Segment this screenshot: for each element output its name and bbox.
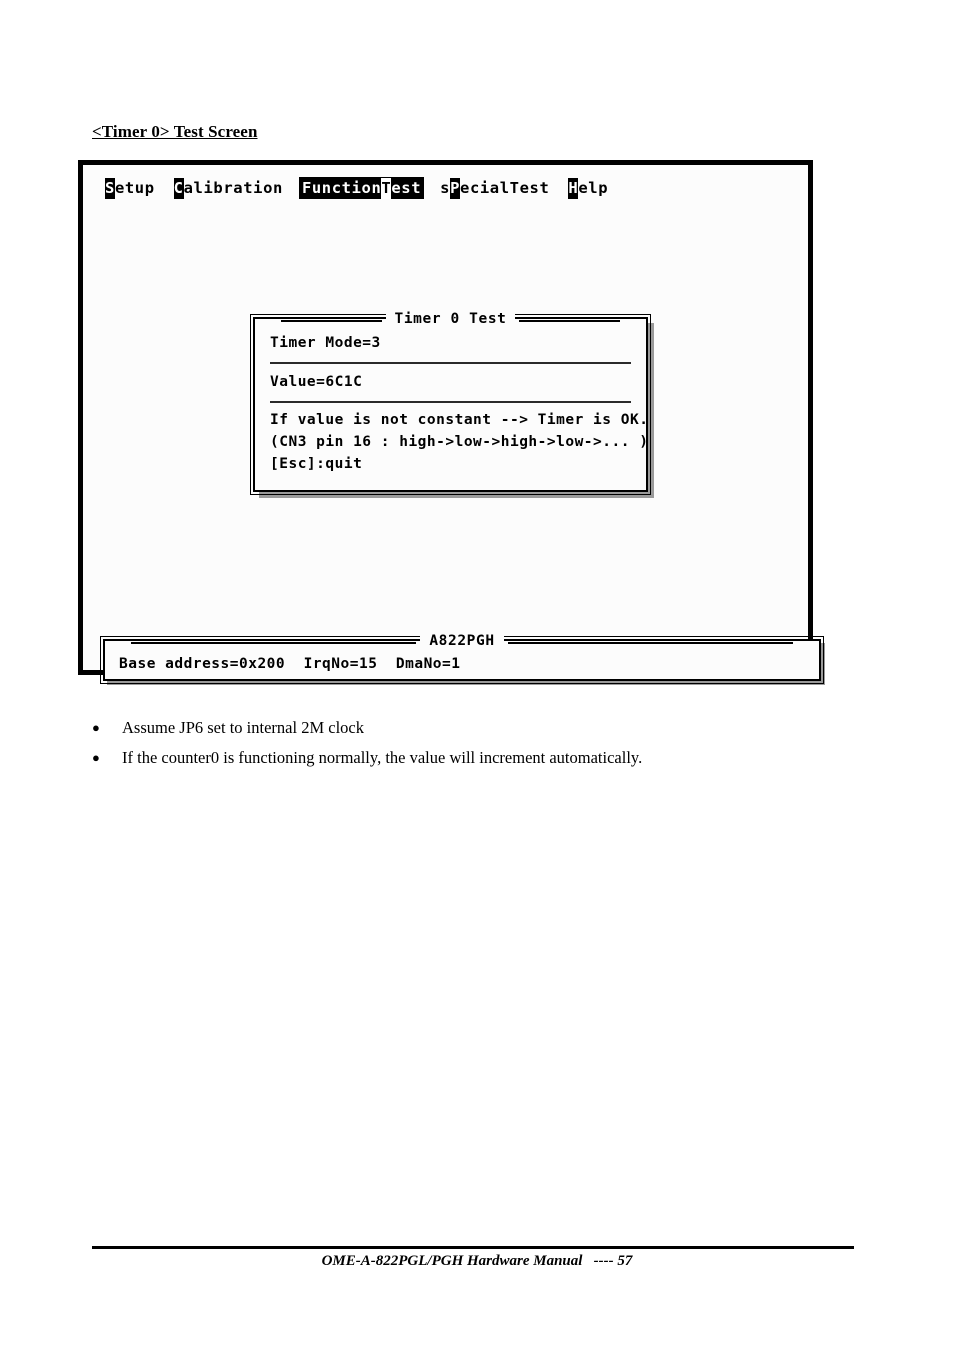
menu-hotkey-special-test: P [450, 178, 461, 199]
timer-mode-value: Timer Mode=3 [270, 335, 381, 351]
status-panel-title: A822PGH [420, 633, 504, 649]
menu-item-setup[interactable]: Setup [105, 178, 155, 199]
menu-label-help: elp [578, 179, 609, 197]
menu-label-function-test-pre: Function [301, 179, 382, 197]
status-panel-text: Base address=0x200 IrqNo=15 DmaNo=1 [119, 656, 461, 672]
menu-label-function-test-post: est [391, 179, 422, 197]
page-title: <Timer 0> Test Screen [92, 122, 258, 141]
menu-bar: Setup Calibration FunctionTest sPecialTe… [105, 177, 627, 199]
dialog-esc-quit-hint: [Esc]:quit [270, 456, 363, 472]
dialog-separator-1 [270, 362, 631, 364]
menu-label-special-test-pre: s [440, 179, 451, 197]
list-item: ● Assume JP6 set to internal 2M clock [92, 713, 852, 743]
status-titlebar-rule-left [131, 638, 417, 644]
dialog-separator-2 [270, 401, 631, 403]
menu-hotkey-calibration: C [173, 178, 184, 199]
dos-screen-frame: Setup Calibration FunctionTest sPecialTe… [78, 160, 825, 685]
menu-label-calibration: alibration [183, 179, 283, 197]
status-titlebar-rule-right [507, 638, 793, 644]
footer-manual-reference: OME-A-822PGL/PGH Hardware Manual ---- 57 [321, 1253, 633, 1269]
menu-label-setup: etup [114, 179, 155, 197]
dialog-info-line-1: If value is not constant --> Timer is OK… [270, 412, 649, 428]
menu-hotkey-function-test: T [381, 178, 392, 199]
device-status-panel: A822PGH Base address=0x200 IrqNo=15 DmaN… [100, 633, 824, 684]
notes-list: ● Assume JP6 set to internal 2M clock ● … [92, 713, 852, 773]
menu-item-help[interactable]: Help [568, 178, 609, 199]
footer-divider [92, 1246, 854, 1249]
dialog-info-line-2: (CN3 pin 16 : high->low->high->low->... … [270, 434, 649, 450]
list-item: ● If the counter0 is functioning normall… [92, 743, 852, 773]
menu-hotkey-help: H [568, 178, 579, 199]
bullet-icon: ● [92, 750, 100, 765]
status-panel-titlebar: A822PGH [105, 632, 819, 650]
timer-test-dialog: Timer 0 Test Timer Mode=3 Value=6C1C If … [250, 311, 651, 495]
timer-value: Value=6C1C [270, 374, 363, 390]
menu-hotkey-setup: S [105, 178, 115, 199]
menu-item-special-test[interactable]: sPecialTest [440, 178, 550, 199]
dialog-info-block: If value is not constant --> Timer is OK… [270, 409, 649, 475]
menu-label-special-test-post: ecialTest [460, 179, 550, 197]
note-text-1: Assume JP6 set to internal 2M clock [122, 718, 364, 737]
dialog-body: Timer Mode=3 Value=6C1C If value is not … [255, 331, 649, 490]
titlebar-rule-right [519, 316, 620, 322]
note-text-2: If the counter0 is functioning normally,… [122, 748, 643, 767]
dialog-titlebar: Timer 0 Test [255, 310, 646, 328]
titlebar-rule-left [281, 316, 382, 322]
menu-item-calibration[interactable]: Calibration [173, 178, 283, 199]
menu-item-function-test[interactable]: FunctionTest [298, 177, 425, 199]
dialog-title: Timer 0 Test [385, 311, 516, 327]
bullet-icon: ● [92, 720, 100, 735]
